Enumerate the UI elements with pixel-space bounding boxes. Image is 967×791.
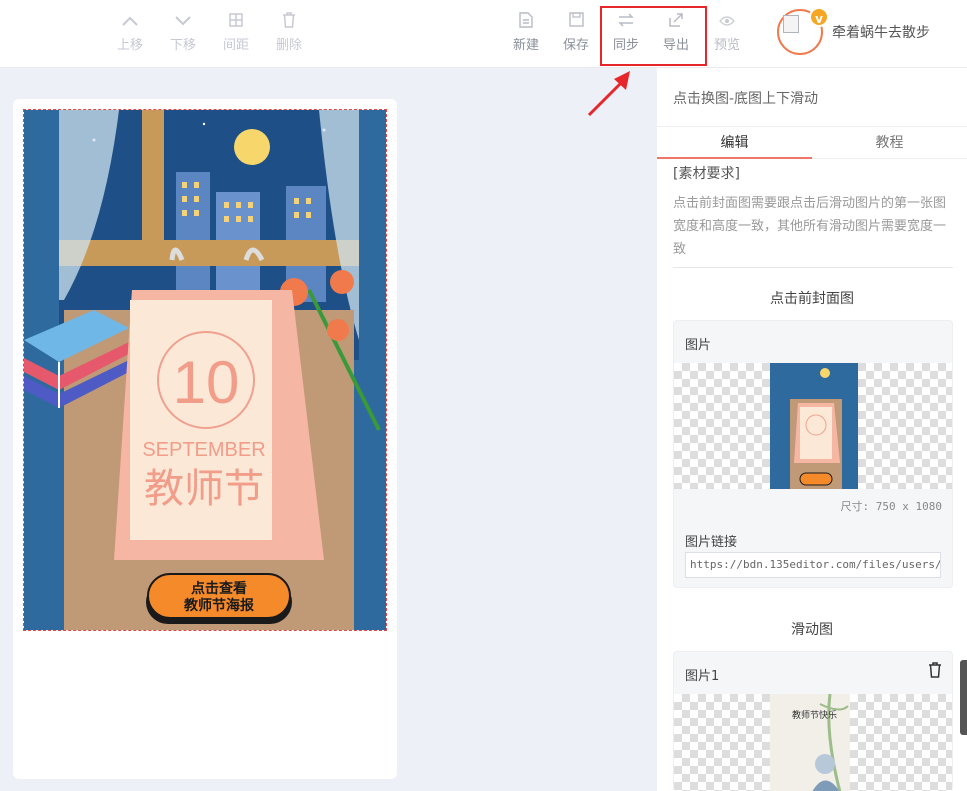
delete-label: 删除 xyxy=(275,38,302,53)
eye-icon xyxy=(705,12,749,32)
slide-thumb-text: 教师节快乐 xyxy=(792,709,837,721)
new-button[interactable]: 新建 xyxy=(504,12,548,53)
cover-image-preview[interactable] xyxy=(674,363,952,489)
chevron-up-icon xyxy=(108,12,152,32)
save-icon xyxy=(554,12,598,32)
cover-section-title: 点击前封面图 xyxy=(770,291,854,307)
move-down-label: 下移 xyxy=(169,38,196,53)
user-name[interactable]: 牵着蜗牛去散步 xyxy=(832,22,930,42)
slide-section-title: 滑动图 xyxy=(791,622,833,638)
image-link-input[interactable]: https://bdn.135editor.com/files/users/0/ xyxy=(685,552,941,578)
cover-image-box: 图片 尺寸: 750 x 1080 图片链接 https://bdn.135ed… xyxy=(673,320,953,588)
cta-line1: 点击查看 xyxy=(191,580,247,597)
panel-title: 点击换图-底图上下滑动 xyxy=(673,91,819,107)
tab-edit[interactable]: 编辑 xyxy=(657,127,812,159)
trash-icon xyxy=(267,12,311,32)
slide-image-box: 图片1 教师节快乐 xyxy=(673,651,953,791)
chevron-down-icon xyxy=(161,12,205,32)
image-link-label: 图片链接 xyxy=(685,535,738,550)
cta-line2: 教师节海报 xyxy=(184,597,254,614)
preview-button[interactable]: 预览 xyxy=(705,12,749,53)
move-up-button[interactable]: 上移 xyxy=(108,12,152,53)
cover-image-label: 图片 xyxy=(685,338,712,353)
move-up-label: 上移 xyxy=(116,38,143,53)
spacing-label: 间距 xyxy=(222,38,249,53)
delete-image-icon[interactable] xyxy=(928,662,942,682)
cover-thumbnail xyxy=(770,363,858,489)
panel-tabs: 编辑 教程 xyxy=(657,126,967,159)
move-down-button[interactable]: 下移 xyxy=(161,12,205,53)
poster-canvas[interactable]: 10 SEPTEMBER 教师节 点击查看 教师节海报 xyxy=(23,109,387,631)
requirement-text: 点击前封面图需要跟点击后滑动图片的第一张图宽度和高度一致，其他所有滑动图片需要宽… xyxy=(673,196,947,257)
spacing-button[interactable]: 间距 xyxy=(214,12,258,53)
vip-badge: v xyxy=(809,7,829,27)
slide-image1-label: 图片1 xyxy=(685,669,720,684)
save-label: 保存 xyxy=(562,38,589,53)
new-file-icon xyxy=(504,12,548,32)
settings-panel: 点击换图-底图上下滑动 编辑 教程 [素材要求] 点击前封面图需要跟点击后滑动图… xyxy=(657,68,967,791)
broken-image-icon xyxy=(783,15,799,33)
red-arrow-annotation xyxy=(587,71,630,117)
image-size: 尺寸: 750 x 1080 xyxy=(840,500,942,513)
calendar-month: SEPTEMBER xyxy=(142,439,265,461)
spacing-icon xyxy=(214,12,258,32)
tab-tutorial[interactable]: 教程 xyxy=(812,127,967,159)
calendar-festival: 教师节 xyxy=(144,466,264,512)
top-toolbar: 上移 下移 间距 删除 新建 保存 同步 导出 预览 v 牵着蜗牛去散步 xyxy=(0,0,967,68)
preview-label: 预览 xyxy=(713,38,740,53)
requirement-title: [素材要求] xyxy=(673,166,740,182)
divider xyxy=(673,267,953,268)
highlight-box xyxy=(600,6,707,66)
save-button[interactable]: 保存 xyxy=(554,12,598,53)
slide-thumbnail: 教师节快乐 xyxy=(770,694,850,791)
slide-image-preview[interactable]: 教师节快乐 xyxy=(674,694,952,791)
poster-illustration: 10 SEPTEMBER 教师节 点击查看 教师节海报 xyxy=(24,110,386,630)
new-label: 新建 xyxy=(512,38,539,53)
delete-button[interactable]: 删除 xyxy=(267,12,311,53)
scroll-handle[interactable] xyxy=(960,660,967,735)
calendar-number: 10 xyxy=(173,349,240,416)
